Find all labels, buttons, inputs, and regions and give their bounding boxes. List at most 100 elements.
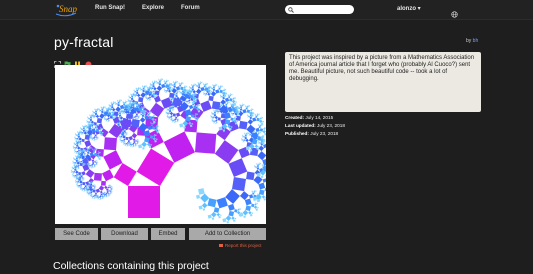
tree-square	[72, 158, 74, 159]
tree-square	[240, 139, 242, 140]
tree-square	[188, 99, 191, 102]
tree-square	[143, 85, 146, 88]
see-code-button[interactable]: See Code	[55, 228, 98, 240]
tree-square	[76, 132, 78, 133]
tree-square	[235, 101, 237, 103]
globe-icon[interactable]	[451, 5, 458, 23]
embed-button[interactable]: Embed	[151, 228, 185, 240]
tree-square	[117, 100, 119, 102]
tree-square	[132, 145, 134, 147]
tree-square	[246, 171, 255, 181]
nav-explore[interactable]: Explore	[142, 5, 164, 11]
tree-square	[254, 203, 257, 206]
tree-square	[109, 186, 111, 189]
tree-square	[132, 146, 133, 148]
tree-square	[77, 168, 78, 170]
tree-square	[151, 89, 152, 90]
tree-square	[202, 92, 204, 94]
tree-square	[145, 96, 147, 98]
tree-square	[75, 150, 77, 153]
download-button[interactable]: Download	[101, 228, 148, 240]
add-to-collection-button[interactable]: Add to Collection	[189, 228, 266, 240]
tree-square	[106, 188, 109, 191]
tree-square	[133, 89, 135, 91]
tree-square	[212, 85, 213, 86]
tree-square	[196, 85, 199, 87]
tree-square	[89, 138, 91, 140]
tree-square	[211, 119, 212, 121]
user-menu[interactable]: alonzo ▾	[397, 5, 421, 12]
tree-square	[232, 97, 235, 100]
tree-square	[147, 113, 150, 116]
tree-square	[86, 117, 88, 119]
tree-square	[154, 80, 156, 82]
tree-square	[258, 143, 259, 144]
tree-square	[156, 85, 163, 92]
tree-square	[165, 113, 167, 115]
snap-logo-icon[interactable]: Snap!	[55, 2, 80, 17]
tree-square	[232, 114, 234, 116]
tree-square	[172, 109, 174, 110]
tree-square	[104, 106, 106, 108]
tree-square	[73, 157, 75, 159]
tree-square	[121, 141, 123, 143]
tree-square	[87, 185, 89, 187]
tree-square	[203, 93, 205, 95]
tree-square	[253, 130, 256, 132]
tree-square	[139, 90, 141, 91]
tree-square	[93, 136, 96, 139]
tree-square	[74, 158, 76, 161]
tree-square	[202, 84, 204, 85]
nav-run-snap[interactable]: Run Snap!	[95, 5, 125, 11]
tree-square	[89, 166, 91, 168]
tree-square	[169, 116, 171, 118]
tree-square	[190, 87, 192, 89]
tree-square	[249, 213, 253, 217]
tree-square	[119, 99, 121, 101]
tree-square	[234, 209, 238, 213]
tree-square	[86, 119, 88, 121]
search-input[interactable]	[285, 5, 354, 14]
tree-square	[109, 109, 111, 111]
tree-square	[127, 143, 129, 145]
tree-square	[243, 215, 246, 219]
tree-square	[188, 101, 190, 103]
tree-square	[127, 144, 129, 146]
tree-square	[76, 142, 79, 145]
report-project-link[interactable]: Report this project	[219, 243, 262, 248]
tree-square	[264, 126, 265, 128]
author-link[interactable]: bh	[473, 38, 479, 44]
tree-square	[255, 114, 257, 116]
tree-square	[166, 89, 168, 92]
svg-text:Snap!: Snap!	[59, 4, 77, 14]
tree-square	[191, 88, 195, 91]
tree-square	[252, 196, 257, 201]
tree-square	[73, 172, 74, 174]
tree-square	[105, 118, 107, 120]
tree-square	[115, 103, 117, 105]
tree-square	[222, 96, 225, 100]
tree-square	[88, 193, 90, 195]
tree-square	[130, 97, 134, 101]
tree-square	[85, 184, 87, 186]
tree-square	[97, 136, 98, 138]
tree-square	[94, 109, 95, 111]
report-flag-icon	[219, 244, 223, 248]
tree-square	[72, 145, 74, 147]
tree-square	[100, 106, 102, 108]
tree-square	[157, 79, 159, 81]
tree-square	[135, 88, 136, 90]
nav-forum[interactable]: Forum	[181, 5, 200, 11]
tree-square	[210, 112, 212, 114]
tree-square	[108, 104, 109, 106]
tree-square	[70, 172, 72, 173]
tree-square	[174, 122, 176, 123]
project-stage[interactable]	[55, 65, 266, 224]
tree-square	[138, 86, 140, 88]
tree-square	[242, 136, 244, 138]
tree-square	[119, 141, 121, 142]
created-date: Created: July 14, 2015	[285, 115, 333, 120]
tree-square	[108, 106, 110, 107]
project-notes: This project was inspired by a picture f…	[285, 52, 481, 112]
tree-square	[163, 89, 165, 91]
